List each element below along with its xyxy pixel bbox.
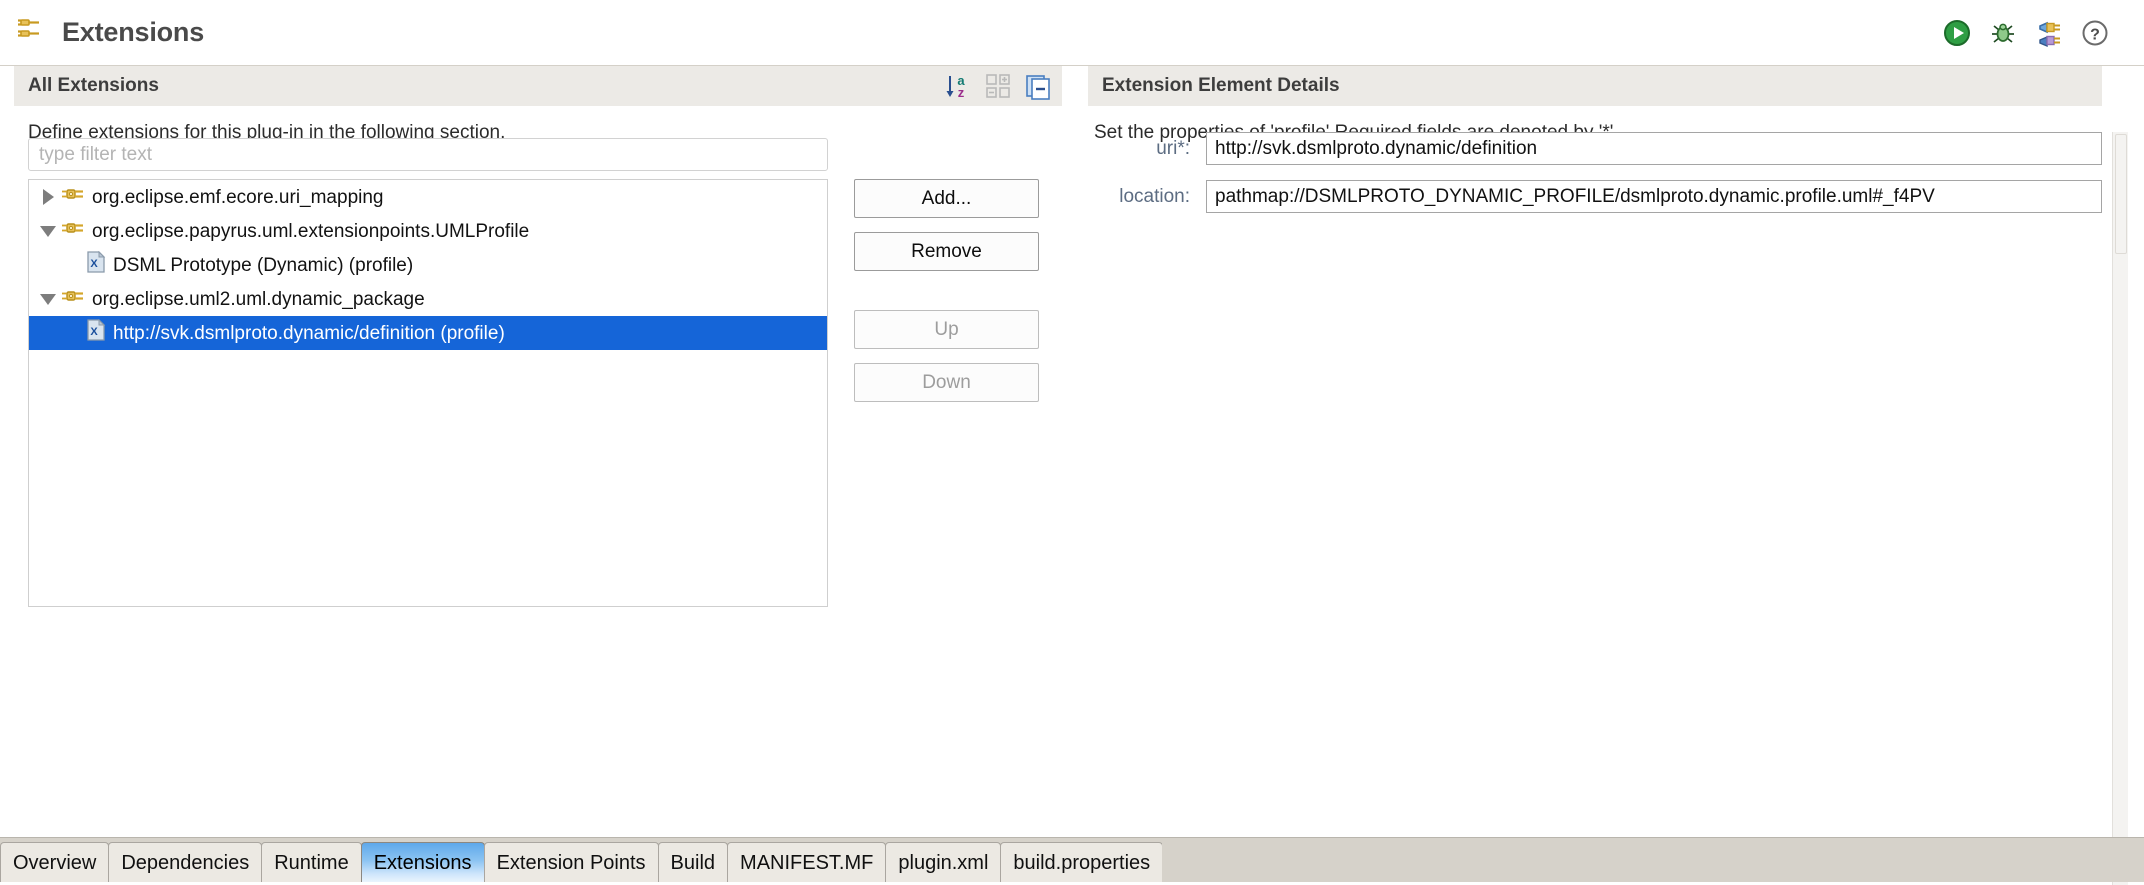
page-title: Extensions: [62, 17, 204, 48]
extensions-plug-icon: [14, 14, 46, 51]
tree-actions: Add... Remove Up Down: [854, 179, 1039, 416]
tree-item-label: org.eclipse.papyrus.uml.extensionpoints.…: [92, 222, 529, 241]
tab-overview[interactable]: Overview: [0, 842, 109, 882]
editor-body: All Extensions a z: [0, 66, 2128, 819]
editor-tab-bar: Overview Dependencies Runtime Extensions…: [0, 837, 2144, 882]
header-toolbar: ?: [1942, 18, 2144, 48]
tab-plugin-xml[interactable]: plugin.xml: [885, 842, 1001, 882]
location-field-row: location:: [1088, 180, 2102, 213]
section-toolbar: a z: [944, 72, 1052, 100]
form-header: Extensions: [0, 0, 2144, 66]
uri-field-row: uri*:: [1088, 132, 2102, 165]
tab-dependencies[interactable]: Dependencies: [108, 842, 262, 882]
up-button[interactable]: Up: [854, 310, 1039, 349]
location-field[interactable]: [1206, 180, 2102, 213]
tree-row[interactable]: org.eclipse.emf.ecore.uri_mapping: [29, 180, 827, 214]
tab-bar-filler: [1162, 842, 2144, 882]
vertical-scrollbar[interactable]: [2112, 132, 2128, 885]
location-label: location:: [1088, 186, 1206, 208]
tab-extension-points[interactable]: Extension Points: [484, 842, 659, 882]
scrollbar-thumb[interactable]: [2115, 134, 2127, 254]
tab-extensions[interactable]: Extensions: [361, 842, 485, 882]
svg-text:X: X: [90, 258, 98, 270]
debug-icon[interactable]: [1988, 18, 2018, 48]
details-fields: uri*: location:: [1088, 132, 2102, 228]
chevron-down-icon[interactable]: [35, 294, 61, 305]
tab-manifest-mf[interactable]: MANIFEST.MF: [727, 842, 886, 882]
chevron-down-icon[interactable]: [35, 226, 61, 237]
tree-item-label: DSML Prototype (Dynamic) (profile): [113, 256, 413, 275]
section-header-details: Extension Element Details: [1088, 66, 2102, 106]
form-title-group: Extensions: [0, 14, 204, 51]
section-title: All Extensions: [28, 75, 159, 97]
expand-collapse-icon[interactable]: [984, 72, 1012, 100]
extension-element-details-section: Extension Element Details Set the proper…: [1088, 66, 2102, 144]
down-button[interactable]: Down: [854, 363, 1039, 402]
extensions-tree[interactable]: org.eclipse.emf.ecore.uri_mapping: [28, 179, 828, 607]
all-extensions-section: All Extensions a z: [14, 66, 1062, 144]
uri-label: uri*:: [1088, 138, 1206, 160]
tab-runtime[interactable]: Runtime: [261, 842, 361, 882]
run-icon[interactable]: [1942, 18, 1972, 48]
section-header-all-extensions: All Extensions a z: [14, 66, 1062, 106]
xml-element-icon: X: [87, 319, 106, 347]
extension-point-plug-icon: [61, 219, 85, 243]
xml-element-icon: X: [87, 251, 106, 279]
tree-item-label: http://svk.dsmlproto.dynamic/definition …: [113, 324, 505, 343]
filter-input[interactable]: [28, 138, 828, 171]
help-icon[interactable]: ?: [2080, 18, 2110, 48]
tab-build[interactable]: Build: [658, 842, 728, 882]
svg-text:?: ?: [2090, 26, 2100, 43]
extension-point-plug-icon: [61, 287, 85, 311]
sort-az-icon[interactable]: a z: [944, 72, 972, 100]
extensions-plug-icon[interactable]: [2034, 18, 2064, 48]
tree-row[interactable]: org.eclipse.uml2.uml.dynamic_package: [29, 282, 827, 316]
tree-item-label: org.eclipse.emf.ecore.uri_mapping: [92, 188, 384, 207]
add-button[interactable]: Add...: [854, 179, 1039, 218]
tree-row-selected[interactable]: X http://svk.dsmlproto.dynamic/definitio…: [29, 316, 827, 350]
svg-text:X: X: [90, 326, 98, 338]
tab-build-properties[interactable]: build.properties: [1000, 842, 1163, 882]
remove-button[interactable]: Remove: [854, 232, 1039, 271]
tree-row[interactable]: org.eclipse.papyrus.uml.extensionpoints.…: [29, 214, 827, 248]
tree-item-label: org.eclipse.uml2.uml.dynamic_package: [92, 290, 425, 309]
collapse-all-icon[interactable]: [1024, 72, 1052, 100]
uri-field[interactable]: [1206, 132, 2102, 165]
details-section-title: Extension Element Details: [1102, 75, 1340, 97]
svg-text:z: z: [958, 85, 965, 100]
tree-row[interactable]: X DSML Prototype (Dynamic) (profile): [29, 248, 827, 282]
chevron-right-icon[interactable]: [35, 189, 61, 205]
extension-point-plug-icon: [61, 185, 85, 209]
